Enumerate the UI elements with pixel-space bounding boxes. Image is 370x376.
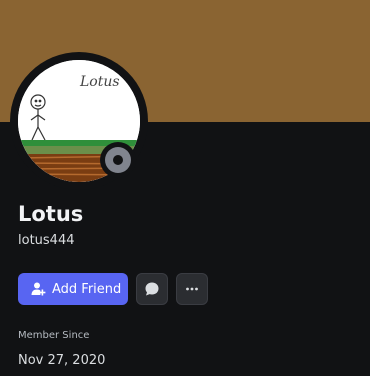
- status-indicator: [100, 142, 136, 178]
- message-button[interactable]: [136, 273, 168, 305]
- more-horizontal-icon: [184, 281, 200, 297]
- member-since-date: Nov 27, 2020: [18, 353, 106, 368]
- more-options-button[interactable]: [176, 273, 208, 305]
- avatar-logo-text: Lotus: [79, 74, 120, 90]
- member-since-label: Member Since: [18, 330, 90, 341]
- add-friend-button[interactable]: Add Friend: [18, 273, 128, 305]
- person-add-icon: [30, 281, 46, 297]
- username[interactable]: lotus444: [18, 233, 75, 248]
- chat-bubble-icon: [144, 281, 160, 297]
- display-name: Lotus: [18, 202, 84, 226]
- profile-actions: Add Friend: [18, 273, 208, 305]
- avatar-frame: Lotus: [10, 52, 148, 190]
- offline-status-icon: [105, 147, 131, 173]
- add-friend-label: Add Friend: [52, 281, 122, 297]
